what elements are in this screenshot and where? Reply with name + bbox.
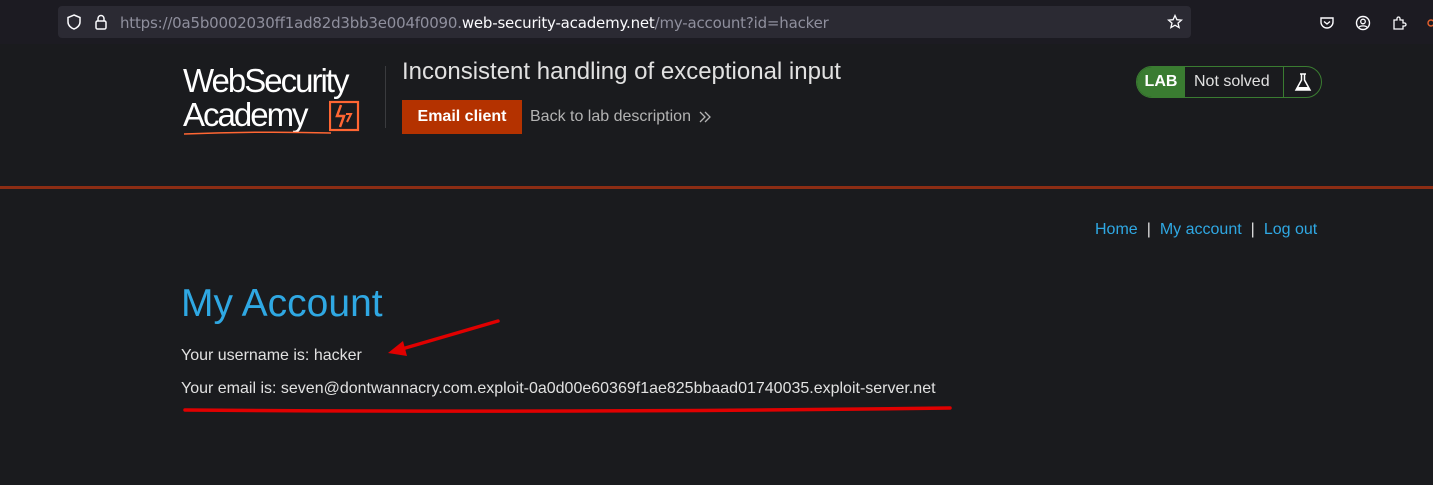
- red-underline-annotation: [183, 406, 952, 413]
- red-arrow-annotation: [388, 319, 500, 356]
- annotation-overlay: [183, 319, 952, 413]
